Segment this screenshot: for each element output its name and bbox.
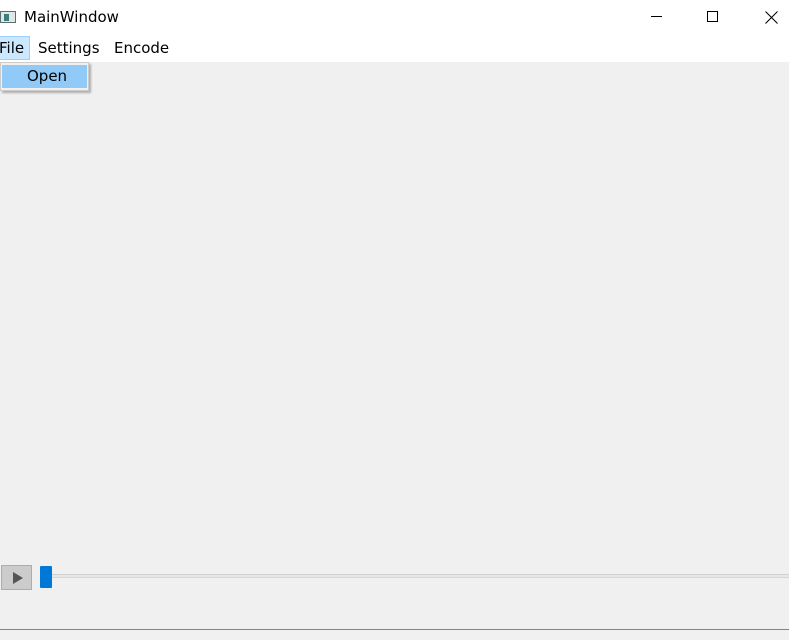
seek-slider-handle[interactable] <box>40 566 52 588</box>
seek-slider-track[interactable] <box>40 574 789 578</box>
menu-file[interactable]: File <box>0 36 30 60</box>
menu-encode-label: Encode <box>114 39 170 57</box>
menu-item-open[interactable]: Open <box>2 65 87 88</box>
window-title: MainWindow <box>24 8 119 26</box>
minimize-button[interactable] <box>634 0 680 34</box>
play-button[interactable] <box>1 565 32 590</box>
menu-encode[interactable]: Encode <box>114 36 169 60</box>
app-window-icon <box>0 11 16 23</box>
minimize-icon <box>651 16 662 17</box>
maximize-icon <box>707 11 718 22</box>
window-bottom-border <box>0 629 789 630</box>
menu-file-label: File <box>0 39 25 57</box>
menu-settings[interactable]: Settings <box>38 36 100 60</box>
file-dropdown-menu: Open <box>0 62 89 91</box>
play-icon <box>13 572 23 584</box>
menu-bar: File Settings Encode <box>0 35 789 62</box>
maximize-button[interactable] <box>690 0 736 34</box>
menu-item-open-label: Open <box>27 67 68 85</box>
close-icon <box>765 11 778 24</box>
title-bar: MainWindow <box>0 0 789 35</box>
menu-settings-label: Settings <box>38 39 100 57</box>
close-button[interactable] <box>748 0 789 34</box>
